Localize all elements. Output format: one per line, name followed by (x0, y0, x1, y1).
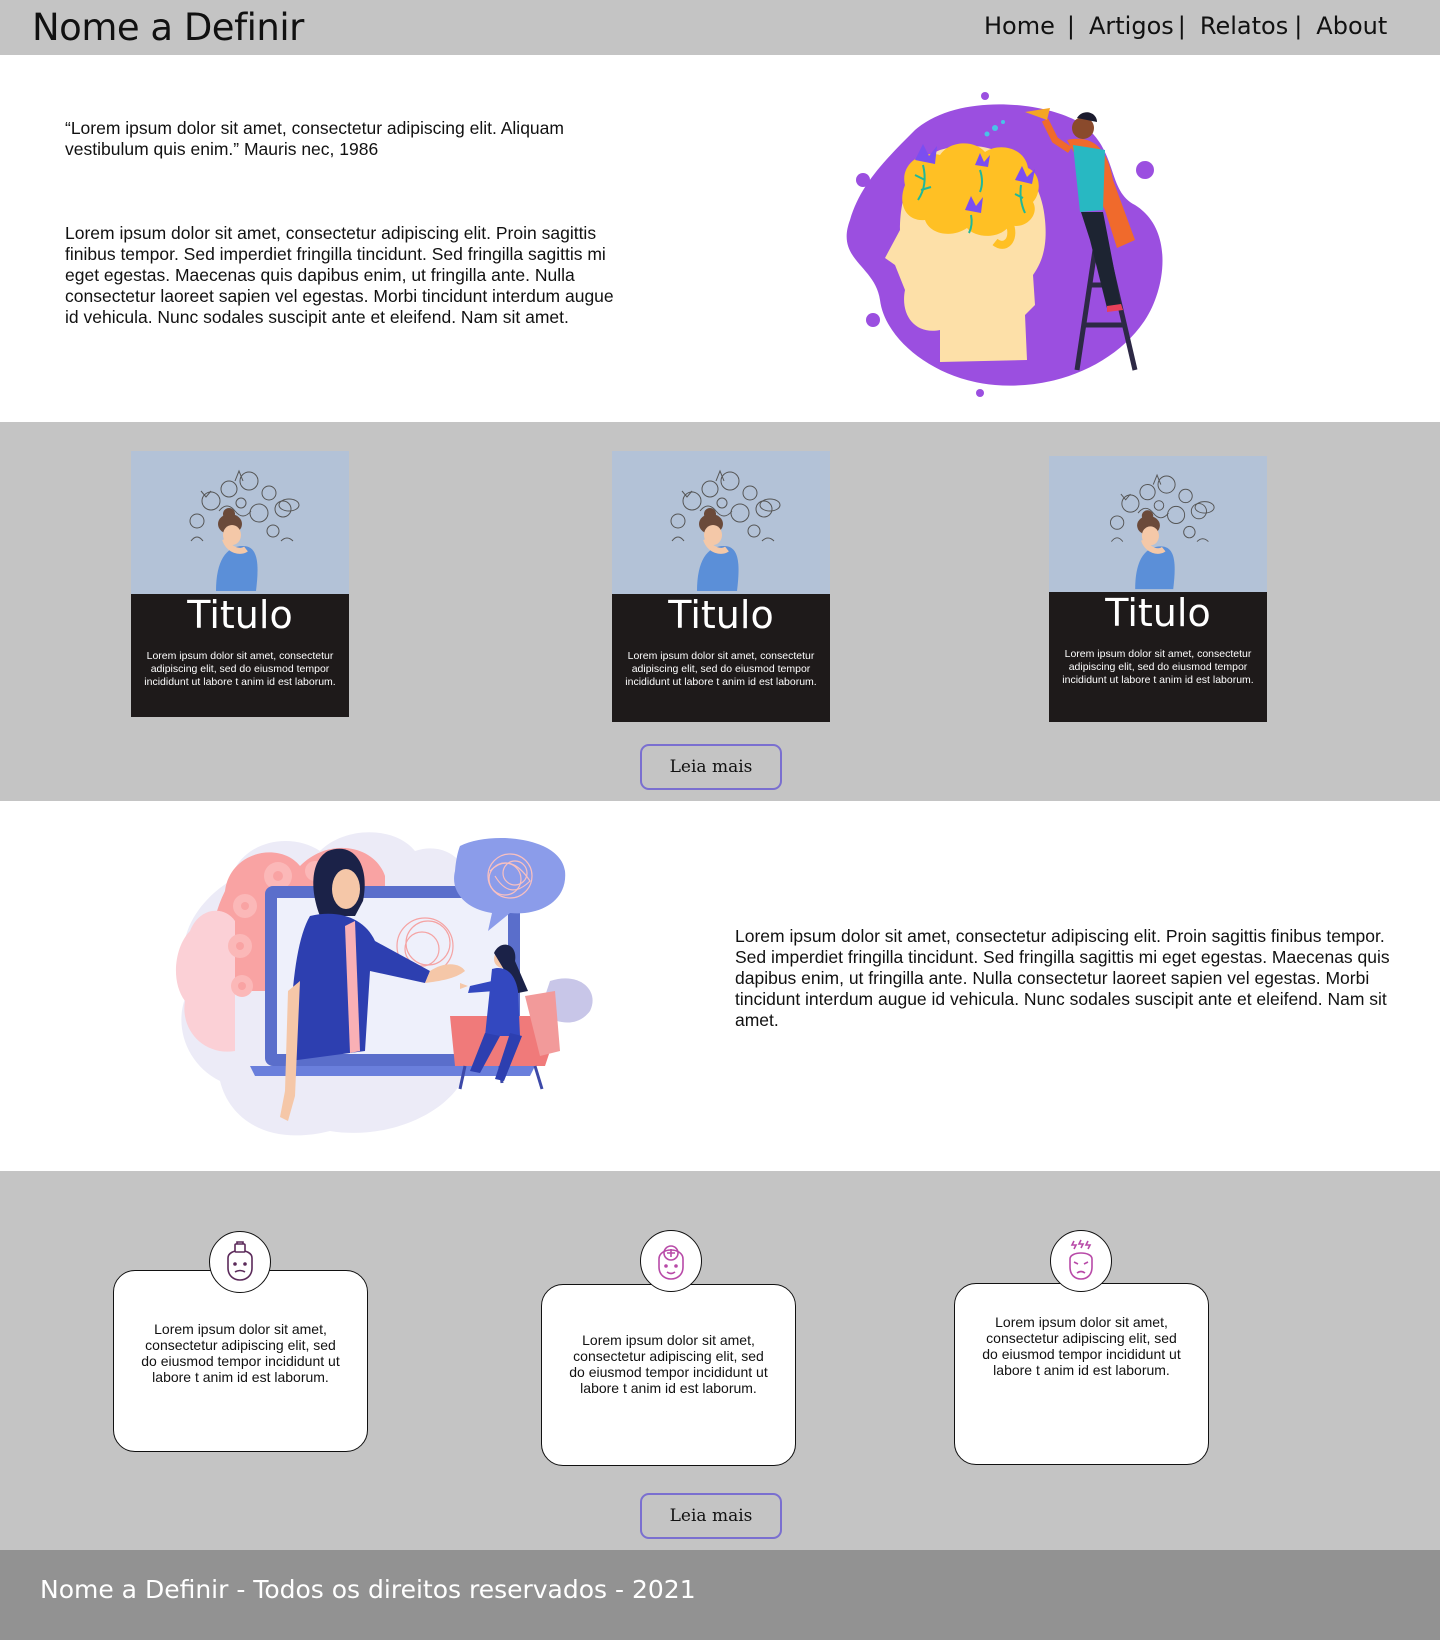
medical-head-icon (640, 1230, 702, 1292)
nav-relatos[interactable]: Relatos (1200, 12, 1288, 40)
locked-head-icon (209, 1231, 271, 1293)
card-title: Titulo (187, 593, 293, 637)
feature-text: Lorem ipsum dolor sit amet, consectetur … (982, 1314, 1181, 1378)
nav-artigos[interactable]: Artigos (1089, 12, 1174, 40)
card-text: Lorem ipsum dolor sit amet, consectetur … (625, 650, 817, 688)
feature-card: Lorem ipsum dolor sit amet, consectetur … (541, 1284, 796, 1466)
stressed-woman-illustration (1049, 456, 1267, 592)
read-more-button[interactable]: Leia mais (640, 744, 782, 790)
article-card[interactable]: Titulo Lorem ipsum dolor sit amet, conse… (612, 451, 830, 722)
footer-copyright: Nome a Definir - Todos os direitos reser… (40, 1575, 696, 1604)
stressed-head-icon (1050, 1230, 1112, 1292)
card-text: Lorem ipsum dolor sit amet, consectetur … (1062, 648, 1254, 686)
features-section: Lorem ipsum dolor sit amet, consectetur … (0, 1171, 1440, 1550)
therapy-text: Lorem ipsum dolor sit amet, consectetur … (735, 926, 1390, 1030)
feature-text: Lorem ipsum dolor sit amet, consectetur … (569, 1332, 768, 1396)
card-text: Lorem ipsum dolor sit amet, consectetur … (144, 650, 336, 688)
therapy-section: Lorem ipsum dolor sit amet, consectetur … (0, 801, 1440, 1171)
articles-section: Titulo Lorem ipsum dolor sit amet, conse… (0, 422, 1440, 801)
article-card[interactable]: Titulo Lorem ipsum dolor sit amet, conse… (1049, 456, 1267, 722)
feature-text: Lorem ipsum dolor sit amet, consectetur … (141, 1321, 340, 1385)
hero-text: Lorem ipsum dolor sit amet, consectetur … (65, 223, 614, 327)
online-therapy-illustration (175, 832, 593, 1136)
hero-quote: “Lorem ipsum dolor sit amet, consectetur… (65, 118, 564, 159)
main-nav: Home | Artigos | Relatos | About (984, 12, 1387, 40)
nav-separator: | (1066, 12, 1075, 40)
site-footer: Nome a Definir - Todos os direitos reser… (0, 1550, 1440, 1640)
site-header: Nome a Definir Home | Artigos | Relatos … (0, 0, 1440, 55)
read-more-button[interactable]: Leia mais (640, 1493, 782, 1539)
mind-garden-illustration (846, 92, 1163, 397)
nav-about[interactable]: About (1316, 12, 1387, 40)
feature-card: Lorem ipsum dolor sit amet, consectetur … (954, 1283, 1209, 1465)
stressed-woman-illustration (131, 451, 349, 594)
feature-card: Lorem ipsum dolor sit amet, consectetur … (113, 1270, 368, 1452)
card-title: Titulo (1105, 591, 1211, 635)
brand-logo[interactable]: Nome a Definir (32, 6, 304, 49)
article-card[interactable]: Titulo Lorem ipsum dolor sit amet, conse… (131, 451, 349, 717)
nav-home[interactable]: Home (984, 12, 1055, 40)
stressed-woman-illustration (612, 451, 830, 594)
hero-section: “Lorem ipsum dolor sit amet, consectetur… (0, 55, 1440, 422)
nav-separator: | (1177, 12, 1186, 40)
nav-separator: | (1294, 12, 1303, 40)
card-title: Titulo (668, 593, 774, 637)
